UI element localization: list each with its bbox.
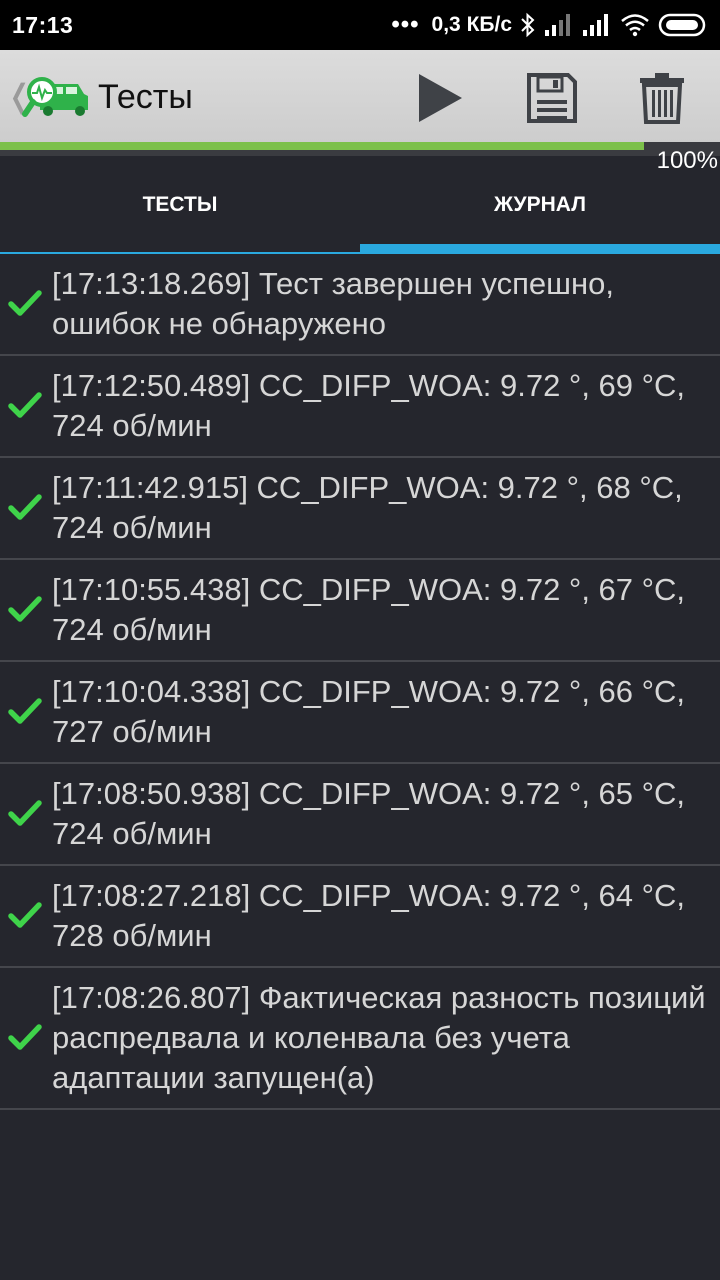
log-item[interactable]: [17:11:42.915] CC_DIFP_WOA: 9.72 °, 68 °… xyxy=(0,458,720,560)
log-item[interactable]: [17:08:50.938] CC_DIFP_WOA: 9.72 °, 65 °… xyxy=(0,764,720,866)
check-icon xyxy=(8,290,42,316)
log-text: [17:08:27.218] CC_DIFP_WOA: 9.72 °, 64 °… xyxy=(52,878,686,953)
progress-fill xyxy=(0,142,644,150)
bluetooth-icon xyxy=(521,12,535,38)
battery-icon xyxy=(658,13,706,37)
log-text: [17:08:26.807] Фактическая разность пози… xyxy=(52,980,706,1095)
log-item[interactable]: [17:10:55.438] CC_DIFP_WOA: 9.72 °, 67 °… xyxy=(0,560,720,662)
log-item[interactable]: [17:08:26.807] Фактическая разность пози… xyxy=(0,968,720,1110)
log-text: [17:10:04.338] CC_DIFP_WOA: 9.72 °, 66 °… xyxy=(52,674,686,749)
network-speed: 0,3 КБ/с xyxy=(431,13,512,36)
notification-dots-icon: ••• xyxy=(391,11,420,38)
app-toolbar: ❬ Тесты xyxy=(0,50,720,142)
signal-strength-icon-1 xyxy=(545,14,570,36)
status-bar: 17:13 ••• 0,3 КБ/с xyxy=(0,0,720,50)
progress-bar xyxy=(0,142,720,156)
tab-tests[interactable]: ТЕСТЫ xyxy=(0,160,360,254)
check-icon xyxy=(8,902,42,928)
log-item[interactable]: [17:10:04.338] CC_DIFP_WOA: 9.72 °, 66 °… xyxy=(0,662,720,764)
log-item[interactable]: [17:08:27.218] CC_DIFP_WOA: 9.72 °, 64 °… xyxy=(0,866,720,968)
log-text: [17:10:55.438] CC_DIFP_WOA: 9.72 °, 67 °… xyxy=(52,572,686,647)
save-button[interactable] xyxy=(522,68,582,128)
tab-bar: ТЕСТЫ ЖУРНАЛ xyxy=(0,160,720,254)
save-icon xyxy=(527,73,577,123)
tab-journal[interactable]: ЖУРНАЛ xyxy=(360,160,720,254)
play-icon xyxy=(419,74,462,122)
check-icon xyxy=(8,698,42,724)
trash-icon xyxy=(640,73,684,124)
status-icons: ••• 0,3 КБ/с xyxy=(391,11,708,39)
signal-strength-icon-2 xyxy=(583,14,608,36)
log-text: [17:12:50.489] CC_DIFP_WOA: 9.72 °, 69 °… xyxy=(52,368,686,443)
log-text: [17:08:50.938] CC_DIFP_WOA: 9.72 °, 65 °… xyxy=(52,776,686,851)
check-icon xyxy=(8,392,42,418)
play-button[interactable] xyxy=(410,68,470,128)
check-icon xyxy=(8,1024,42,1050)
log-list[interactable]: [17:13:18.269] Тест завершен успешно, ош… xyxy=(0,254,720,1110)
delete-button[interactable] xyxy=(632,68,692,128)
car-diagnostics-logo-icon[interactable] xyxy=(22,70,92,124)
tab-tests-label: ТЕСТЫ xyxy=(142,193,218,216)
check-icon xyxy=(8,596,42,622)
wifi-icon xyxy=(621,14,649,37)
log-text: [17:11:42.915] CC_DIFP_WOA: 9.72 °, 68 °… xyxy=(52,470,683,545)
toolbar-title: Тесты xyxy=(98,78,193,116)
log-item[interactable]: [17:12:50.489] CC_DIFP_WOA: 9.72 °, 69 °… xyxy=(0,356,720,458)
check-icon xyxy=(8,800,42,826)
check-icon xyxy=(8,494,42,520)
log-item[interactable]: [17:13:18.269] Тест завершен успешно, ош… xyxy=(0,254,720,356)
log-text: [17:13:18.269] Тест завершен успешно, ош… xyxy=(52,266,615,341)
status-time: 17:13 xyxy=(12,11,74,38)
tab-journal-label: ЖУРНАЛ xyxy=(494,193,586,216)
